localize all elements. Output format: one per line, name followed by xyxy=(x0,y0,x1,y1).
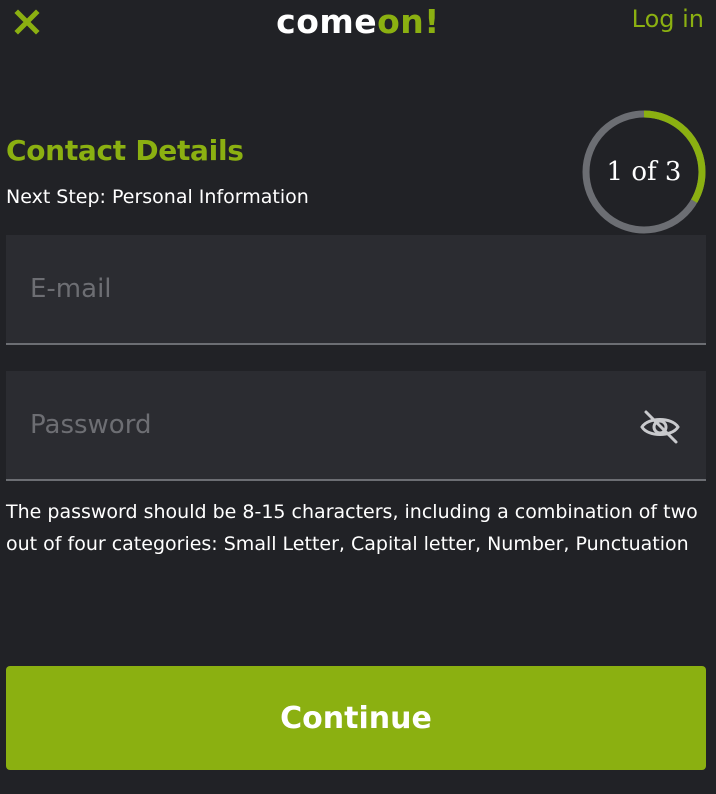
password-input[interactable] xyxy=(6,371,706,479)
email-field[interactable] xyxy=(6,235,706,345)
eye-off-icon xyxy=(640,410,680,444)
logo-text-on: on! xyxy=(377,2,440,41)
logo-text-come: come xyxy=(276,2,378,41)
next-step-label: Next Step: Personal Information xyxy=(6,186,309,208)
comeon-logo: comeon! xyxy=(0,0,716,44)
password-field[interactable] xyxy=(6,371,706,481)
continue-button[interactable]: Continue xyxy=(6,666,706,770)
step-progress-ring: 1 of 3 xyxy=(582,110,706,234)
email-input[interactable] xyxy=(6,235,706,343)
progress-label: 1 of 3 xyxy=(606,157,682,187)
password-hint: The password should be 8-15 characters, … xyxy=(6,501,698,555)
login-link[interactable]: Log in xyxy=(632,5,704,33)
step-title: Contact Details xyxy=(6,134,244,167)
password-visibility-toggle[interactable] xyxy=(638,407,682,447)
